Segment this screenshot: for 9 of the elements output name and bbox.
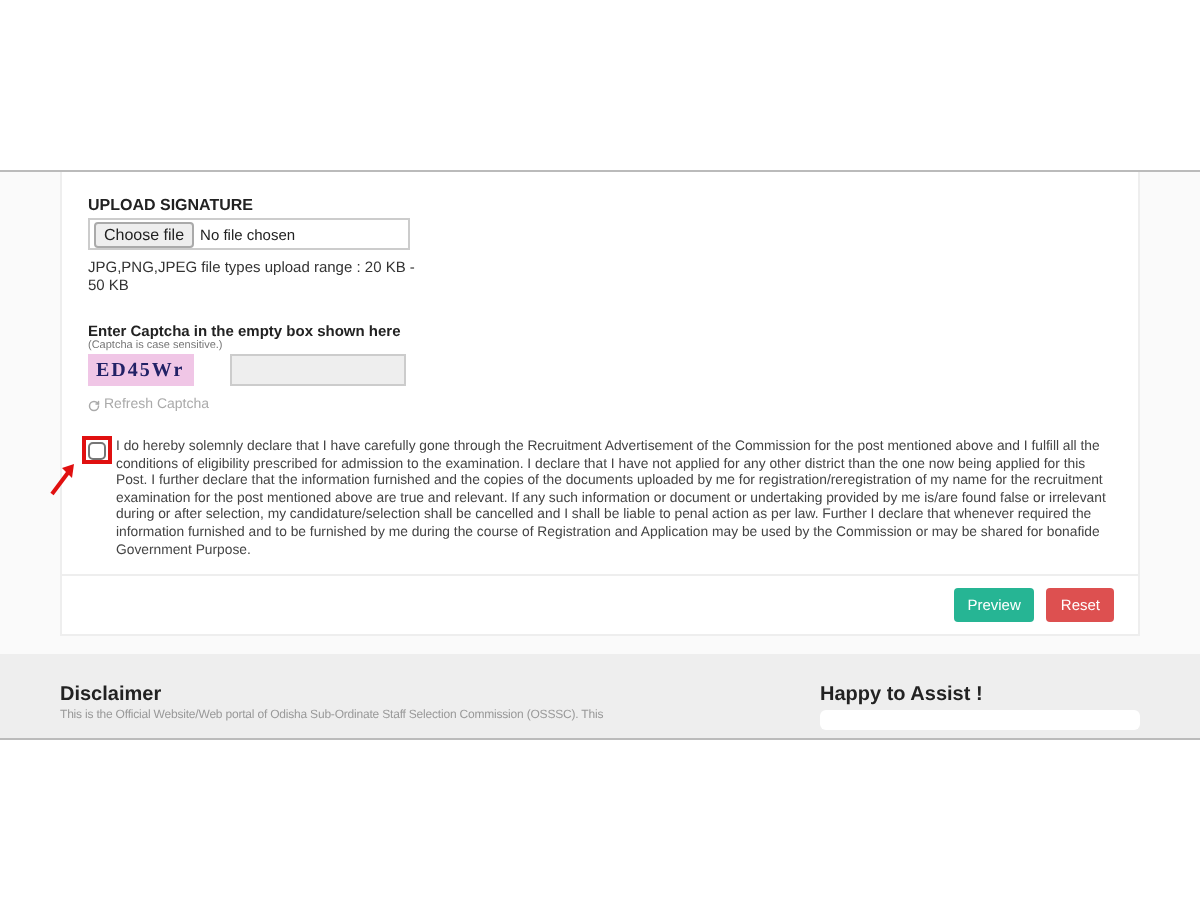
- captcha-input[interactable]: [230, 354, 406, 386]
- refresh-icon: [88, 399, 100, 411]
- declaration-checkbox[interactable]: [88, 442, 106, 460]
- arrow-icon: [50, 464, 78, 496]
- assist-title: Happy to Assist !: [820, 684, 985, 706]
- choose-file-button[interactable]: Choose file: [94, 221, 195, 247]
- upload-signature-label: UPLOAD SIGNATURE: [88, 196, 256, 214]
- disclaimer-title: Disclaimer: [60, 684, 164, 706]
- captcha-image: ED45Wr: [88, 354, 194, 386]
